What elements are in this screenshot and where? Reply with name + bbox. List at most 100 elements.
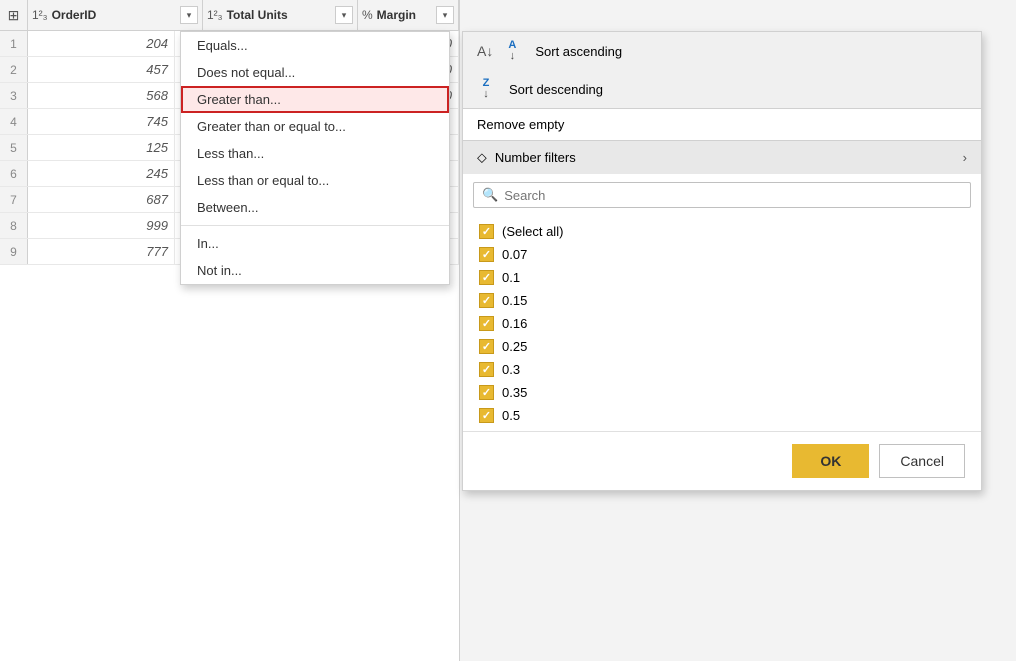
cell-orderid-9: 777	[28, 239, 175, 264]
value-03: 0.3	[502, 362, 520, 377]
grid-icon: ⊞	[8, 7, 20, 24]
row-num-7: 7	[0, 187, 28, 212]
checkbox-025[interactable]	[479, 339, 494, 354]
value-035: 0.35	[502, 385, 527, 400]
value-016: 0.16	[502, 316, 527, 331]
search-input[interactable]	[504, 188, 962, 203]
main-container: ⊞ 1²₃ OrderID ▾ 1²₃ Total Units ▾ % Marg…	[0, 0, 1016, 661]
value-015: 0.15	[502, 293, 527, 308]
select-all-label: (Select all)	[502, 224, 563, 239]
filter-value-item[interactable]: 0.07	[473, 243, 971, 266]
menu-item-not-in[interactable]: Not in...	[181, 257, 449, 284]
menu-item-not-equal[interactable]: Does not equal...	[181, 59, 449, 86]
row-num-8: 8	[0, 213, 28, 238]
menu-separator	[181, 225, 449, 226]
number-filters-item[interactable]: ⬦ Number filters ›	[463, 141, 981, 174]
filter-panel: A↓ A ↓ Sort ascending Z ↓ Sort descendin…	[462, 31, 982, 491]
table-header: ⊞ 1²₃ OrderID ▾ 1²₃ Total Units ▾ % Marg…	[0, 0, 459, 31]
menu-item-between[interactable]: Between...	[181, 194, 449, 221]
totalunits-col-title: Total Units	[227, 8, 333, 22]
filter-checkboxes: (Select all) 0.07 0.1 0.15 0.16 0.25	[463, 216, 981, 431]
filter-value-item[interactable]: 0.35	[473, 381, 971, 404]
orderid-type-icon: 1²₃	[32, 8, 48, 22]
not-in-label: Not in...	[197, 263, 242, 278]
checkbox-03[interactable]	[479, 362, 494, 377]
filter-search-area: 🔍	[463, 174, 981, 216]
context-menu: Equals... Does not equal... Greater than…	[180, 31, 450, 285]
filter-value-item[interactable]: 0.3	[473, 358, 971, 381]
cancel-button[interactable]: Cancel	[879, 444, 965, 478]
greater-than-label: Greater than...	[197, 92, 281, 107]
margin-type-icon: %	[362, 8, 373, 22]
remove-empty-label: Remove empty	[477, 117, 564, 132]
equals-label: Equals...	[197, 38, 248, 53]
filter-value-item[interactable]: 0.25	[473, 335, 971, 358]
checkbox-05[interactable]	[479, 408, 494, 423]
totalunits-type-icon: 1²₃	[207, 8, 223, 22]
less-than-equal-label: Less than or equal to...	[197, 173, 329, 188]
col-header-orderid[interactable]: 1²₃ OrderID ▾	[28, 0, 203, 30]
margin-dropdown-btn[interactable]: ▾	[436, 6, 454, 24]
between-label: Between...	[197, 200, 258, 215]
col-header-margin[interactable]: % Margin ▾	[358, 0, 459, 30]
orderid-col-title: OrderID	[52, 8, 178, 22]
checkbox-016[interactable]	[479, 316, 494, 331]
totalunits-dropdown-btn[interactable]: ▾	[335, 6, 353, 24]
sort-descending-item[interactable]: Z ↓ Sort descending	[463, 70, 981, 108]
filter-value-item[interactable]: 0.5	[473, 404, 971, 427]
cell-orderid-8: 999	[28, 213, 175, 238]
cell-orderid-4: 745	[28, 109, 175, 134]
margin-col-title: Margin	[377, 8, 434, 22]
in-label: In...	[197, 236, 219, 251]
row-num-9: 9	[0, 239, 28, 264]
cell-orderid-3: 568	[28, 83, 175, 108]
checkbox-015[interactable]	[479, 293, 494, 308]
menu-item-equals[interactable]: Equals...	[181, 32, 449, 59]
filter-panel-top: A↓ A ↓ Sort ascending Z ↓ Sort descendin…	[463, 32, 981, 109]
search-icon: 🔍	[482, 187, 498, 203]
row-num-1: 1	[0, 31, 28, 56]
sort-desc-arrow: ↓	[483, 89, 489, 100]
sort-ascending-item[interactable]: A↓ A ↓ Sort ascending	[463, 32, 981, 70]
value-01: 0.1	[502, 270, 520, 285]
menu-item-in[interactable]: In...	[181, 230, 449, 257]
sort-descending-label: Sort descending	[509, 82, 603, 97]
value-05: 0.5	[502, 408, 520, 423]
menu-item-greater-than[interactable]: Greater than...	[181, 86, 449, 113]
cell-orderid-6: 245	[28, 161, 175, 186]
number-filters-label: Number filters	[495, 150, 576, 165]
filter-value-item[interactable]: 0.1	[473, 266, 971, 289]
filter-value-item[interactable]: 0.16	[473, 312, 971, 335]
cell-orderid-1: 204	[28, 31, 175, 56]
menu-item-less-than-equal[interactable]: Less than or equal to...	[181, 167, 449, 194]
filter-select-all[interactable]: (Select all)	[473, 220, 971, 243]
select-all-checkbox[interactable]	[479, 224, 494, 239]
number-filters-arrow-icon: ›	[963, 150, 967, 165]
row-num-5: 5	[0, 135, 28, 160]
sort-ascending-label: Sort ascending	[535, 44, 622, 59]
menu-item-less-than[interactable]: Less than...	[181, 140, 449, 167]
row-number-header: ⊞	[0, 0, 28, 30]
row-num-6: 6	[0, 161, 28, 186]
sort-asc-arrow: ↓	[510, 51, 516, 62]
not-equal-label: Does not equal...	[197, 65, 295, 80]
filter-icon: ⬦	[477, 149, 487, 166]
checkbox-035[interactable]	[479, 385, 494, 400]
cell-orderid-7: 687	[28, 187, 175, 212]
col-header-totalunits[interactable]: 1²₃ Total Units ▾	[203, 0, 358, 30]
value-025: 0.25	[502, 339, 527, 354]
sort-ascending-icon: A↓	[477, 43, 493, 59]
row-num-3: 3	[0, 83, 28, 108]
orderid-dropdown-btn[interactable]: ▾	[180, 6, 198, 24]
filter-buttons: OK Cancel	[463, 431, 981, 490]
ok-button[interactable]: OK	[792, 444, 869, 478]
checkbox-01[interactable]	[479, 270, 494, 285]
filter-search-box: 🔍	[473, 182, 971, 208]
filter-value-item[interactable]: 0.15	[473, 289, 971, 312]
checkbox-007[interactable]	[479, 247, 494, 262]
cell-orderid-2: 457	[28, 57, 175, 82]
less-than-label: Less than...	[197, 146, 264, 161]
value-007: 0.07	[502, 247, 527, 262]
menu-item-greater-than-equal[interactable]: Greater than or equal to...	[181, 113, 449, 140]
remove-empty-item[interactable]: Remove empty	[463, 109, 981, 141]
